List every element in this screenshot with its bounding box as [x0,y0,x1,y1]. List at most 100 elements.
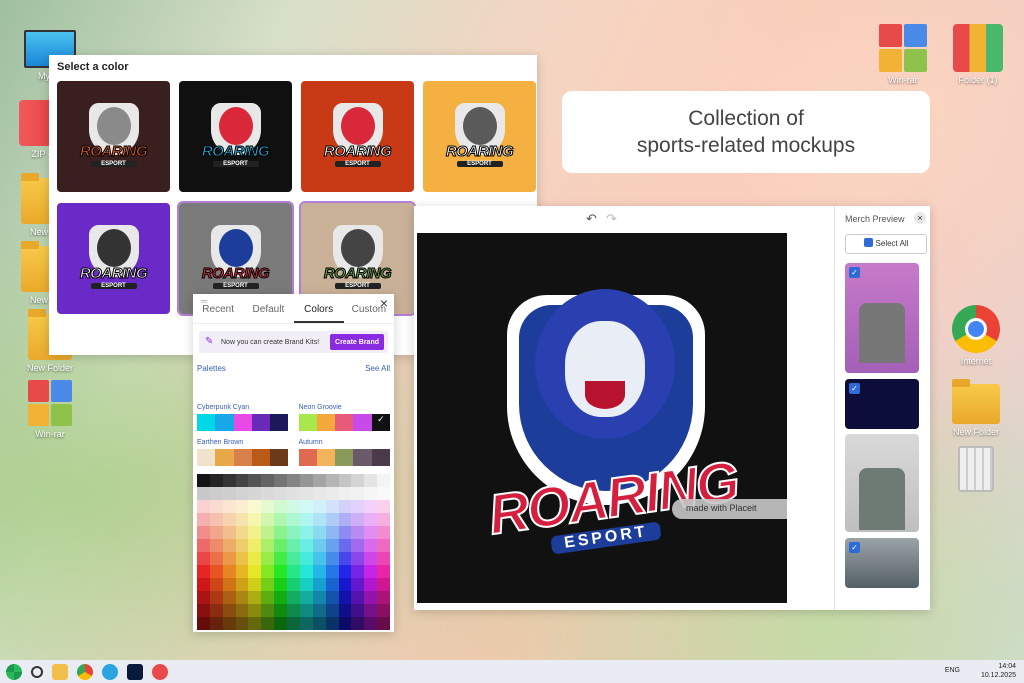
merch-thumb-lifestyle[interactable]: ✓ [845,538,919,588]
color-swatch[interactable] [312,591,326,604]
color-swatch[interactable] [274,487,288,500]
color-swatch[interactable] [197,578,210,591]
color-swatch[interactable] [287,604,300,617]
color-swatch[interactable] [248,500,262,513]
color-swatch[interactable] [248,578,262,591]
color-swatch[interactable] [209,500,223,513]
color-swatch[interactable] [312,617,326,630]
color-variant-thumbnail[interactable]: ROARING ESPORT [57,81,170,192]
undo-button[interactable]: ↶ [586,211,597,227]
color-swatch[interactable] [209,474,223,487]
color-swatch[interactable] [338,578,352,591]
color-swatch[interactable] [299,591,313,604]
desktop-icon-winrar[interactable]: Win-rar [868,24,938,85]
color-swatch[interactable] [338,539,352,552]
tab-colors[interactable]: Colors [293,304,344,323]
color-swatch[interactable] [222,552,236,565]
color-swatch[interactable] [209,513,223,526]
color-swatch[interactable] [209,539,223,552]
color-swatch[interactable] [338,500,352,513]
redo-button[interactable]: ↷ [606,211,617,227]
palette-cyberpunk-cyan[interactable]: Cyberpunk Cyan [197,404,289,431]
color-swatch[interactable] [248,539,262,552]
close-icon[interactable]: × [380,295,388,311]
color-swatch[interactable] [222,604,236,617]
color-swatch[interactable] [287,513,300,526]
color-swatch[interactable] [235,539,249,552]
color-swatch[interactable] [274,500,288,513]
color-swatch[interactable] [274,552,288,565]
color-swatch[interactable] [364,578,378,591]
clock-date[interactable]: 10.12.2025 [981,671,1016,680]
color-swatch[interactable] [261,513,275,526]
chrome-icon[interactable] [77,663,93,680]
color-swatch[interactable] [299,539,313,552]
color-swatch[interactable] [325,604,339,617]
color-swatch[interactable] [351,578,365,591]
color-swatch[interactable] [274,604,288,617]
color-swatch[interactable] [235,487,249,500]
color-swatch[interactable] [235,526,249,539]
color-swatch[interactable] [197,500,210,513]
color-swatch[interactable] [351,617,365,630]
color-swatch[interactable] [287,591,300,604]
color-swatch[interactable] [299,513,313,526]
color-swatch[interactable] [312,487,326,500]
color-variant-thumbnail[interactable]: ROARING ESPORT [57,203,170,314]
color-swatch[interactable] [235,591,249,604]
color-swatch[interactable] [364,487,378,500]
desktop-icon-folder-1[interactable]: Folder (1) [943,24,1013,85]
color-swatch[interactable] [197,591,210,604]
color-swatch[interactable] [312,539,326,552]
color-swatch[interactable] [312,513,326,526]
color-swatch[interactable] [222,500,236,513]
color-swatch[interactable] [351,565,365,578]
palette-autumn[interactable]: Autumn [298,439,391,466]
color-swatch[interactable] [364,617,378,630]
color-swatch[interactable] [261,578,275,591]
color-swatch[interactable] [209,487,223,500]
color-swatch[interactable] [325,578,339,591]
color-swatch[interactable] [325,591,339,604]
tab-default[interactable]: Default [243,304,293,323]
color-swatch[interactable] [287,526,300,539]
color-swatch[interactable] [325,500,339,513]
color-swatch[interactable] [261,526,275,539]
clock-time[interactable]: 14:04 [981,662,1016,671]
merch-thumb-tshirt-purple[interactable]: ✓ [845,263,919,373]
color-swatch[interactable] [325,617,339,630]
color-swatch[interactable] [274,578,288,591]
color-swatch[interactable] [377,565,390,578]
color-swatch[interactable] [235,604,249,617]
color-swatch[interactable] [338,552,352,565]
lang-indicator[interactable]: ENG [945,666,960,675]
color-swatch[interactable] [197,474,210,487]
color-swatch[interactable] [299,604,313,617]
color-swatch[interactable] [197,539,210,552]
color-swatch[interactable] [299,474,313,487]
color-swatch[interactable] [261,474,275,487]
color-swatch[interactable] [222,474,236,487]
color-swatch[interactable] [222,526,236,539]
color-swatch[interactable] [222,487,236,500]
color-swatch[interactable] [261,500,275,513]
color-swatch[interactable] [299,617,313,630]
color-swatch[interactable] [364,552,378,565]
color-swatch[interactable] [377,513,390,526]
desktop-icon-winrar[interactable]: Win-rar [15,380,85,439]
color-swatch[interactable] [248,617,262,630]
color-swatch[interactable] [209,617,223,630]
color-swatch[interactable] [325,526,339,539]
color-swatch[interactable] [325,513,339,526]
color-swatch[interactable] [338,591,352,604]
color-swatch[interactable] [261,604,275,617]
color-swatch[interactable] [377,591,390,604]
color-swatch[interactable] [338,565,352,578]
palette-neon-groovie[interactable]: Neon Groovie ✓ [298,404,391,431]
color-swatch[interactable] [235,500,249,513]
color-swatch[interactable] [364,539,378,552]
close-icon[interactable]: × [914,212,926,224]
color-swatch[interactable] [312,565,326,578]
color-swatch[interactable] [222,513,236,526]
color-variant-thumbnail[interactable]: ROARING ESPORT [179,81,292,192]
